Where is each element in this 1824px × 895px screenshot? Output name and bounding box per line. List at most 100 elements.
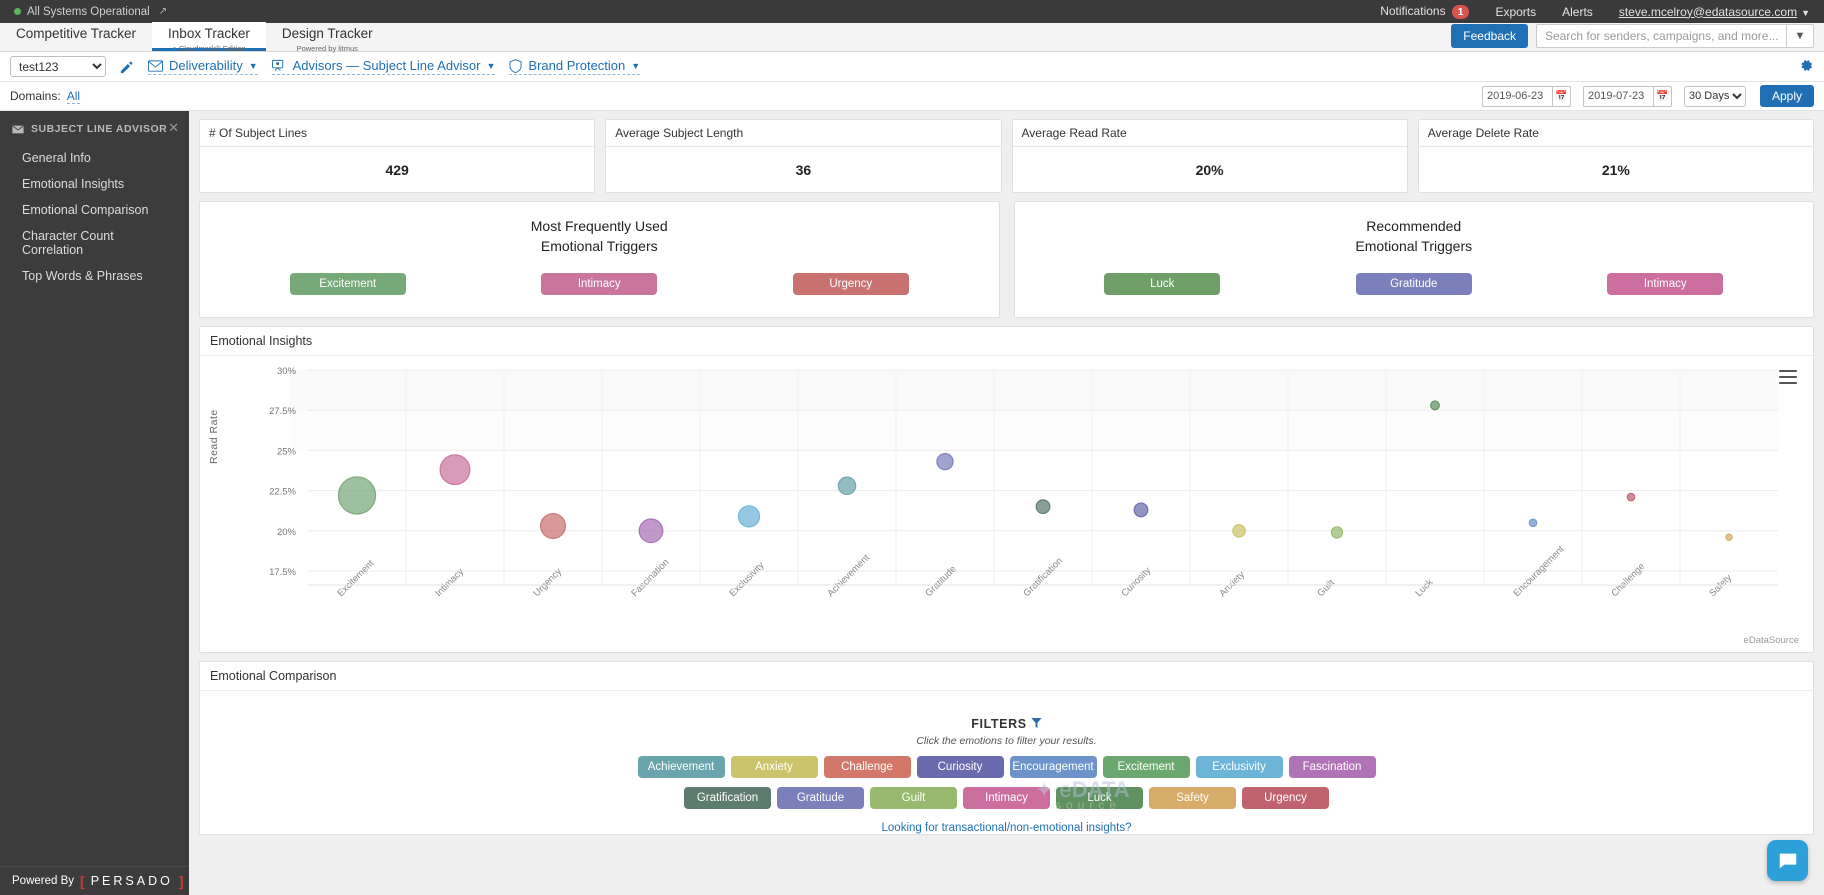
- advisors-menu[interactable]: Advisors — Subject Line Advisor ▼: [271, 58, 496, 75]
- chart-bubble[interactable]: [337, 476, 377, 515]
- filter-button-safety[interactable]: Safety: [1149, 787, 1236, 809]
- kpi-title: Average Subject Length: [606, 120, 1001, 147]
- filter-funnel-icon: [1031, 717, 1042, 731]
- domain-filter-bar: Domains: All 📅 📅 30 Days Apply: [0, 82, 1824, 111]
- filter-button-exclusivity[interactable]: Exclusivity: [1195, 756, 1283, 778]
- chevron-down-icon: ▼: [248, 60, 258, 71]
- chart-bubble[interactable]: [737, 505, 761, 528]
- emotional-insights-panel: Emotional Insights Read Rate 30% 27.5% 25%…: [199, 326, 1814, 812]
- user-menu[interactable]: steve.mcelroy@edatasource.com ▼: [1619, 5, 1810, 19]
- trigger-badge-urgency[interactable]: Urgency: [792, 273, 909, 295]
- filter-button-intimacy[interactable]: Intimacy: [963, 787, 1050, 809]
- feedback-button[interactable]: Feedback: [1451, 24, 1528, 48]
- x-axis-tick: Anxiety: [1217, 569, 1247, 599]
- chart-credit: eDataSource: [1743, 635, 1799, 646]
- filter-button-gratitude[interactable]: Gratitude: [777, 787, 864, 809]
- filter-button-anxiety[interactable]: Anxiety: [730, 756, 818, 778]
- chart-bubble[interactable]: [540, 512, 567, 539]
- chat-icon: [1779, 853, 1796, 868]
- tab-competitive-tracker[interactable]: Competitive Tracker: [0, 22, 152, 51]
- end-date-input[interactable]: [1582, 85, 1653, 107]
- start-date-input[interactable]: [1481, 85, 1552, 107]
- search-input[interactable]: [1536, 24, 1786, 48]
- chart-bubble[interactable]: [936, 452, 954, 471]
- calendar-icon[interactable]: 📅: [1652, 85, 1672, 107]
- y-axis-tick: 20%: [277, 527, 297, 538]
- start-date-group: 📅: [1481, 85, 1571, 107]
- filter-button-excitement[interactable]: Excitement: [1102, 756, 1190, 778]
- chart-bubble[interactable]: [1528, 518, 1538, 528]
- top-status-bar: All Systems Operational ↗ Notifications 1…: [0, 0, 1824, 23]
- chart-bubble[interactable]: [1035, 499, 1051, 515]
- sidebar-item-character-count-correlation[interactable]: Character Count Correlation: [0, 223, 189, 263]
- sidebar-item-top-words-phrases[interactable]: Top Words & Phrases: [0, 263, 189, 289]
- chart-bubble[interactable]: [1725, 533, 1733, 541]
- trigger-badge-intimacy[interactable]: Intimacy: [541, 273, 658, 295]
- advisor-icon: [271, 59, 283, 71]
- chart-bubble[interactable]: [1232, 524, 1246, 538]
- filter-button-luck[interactable]: Luck: [1056, 787, 1143, 809]
- exports-link[interactable]: Exports: [1495, 5, 1536, 19]
- filter-button-encouragement[interactable]: Encouragement: [1009, 756, 1097, 778]
- kpi-card-average-subject-length: Average Subject Length 36: [605, 119, 1002, 193]
- filter-button-challenge[interactable]: Challenge: [823, 756, 911, 778]
- filter-button-urgency[interactable]: Urgency: [1242, 787, 1329, 809]
- deliverability-menu[interactable]: Deliverability ▼: [148, 58, 258, 75]
- chart-bubble[interactable]: [1430, 400, 1440, 411]
- x-axis-tick: Gratitude: [923, 564, 958, 599]
- chart-bubble[interactable]: [638, 518, 664, 544]
- brand-protection-menu[interactable]: Brand Protection ▼: [509, 58, 641, 75]
- sidebar-item-general-info[interactable]: General Info: [0, 145, 189, 171]
- notifications-label: Notifications: [1380, 4, 1446, 18]
- kpi-title: Average Read Rate: [1012, 120, 1407, 147]
- tab-inbox-tracker[interactable]: Inbox Tracker ● Cloudmark® Edition: [152, 22, 266, 53]
- domains-value-link[interactable]: All: [66, 89, 81, 104]
- tab-design-tracker[interactable]: Design Tracker Powered by litmus: [266, 22, 389, 53]
- chart-bubble[interactable]: [439, 454, 471, 486]
- notifications-link[interactable]: Notifications 1: [1380, 4, 1470, 19]
- trigger-badge-intimacy[interactable]: Intimacy: [1607, 273, 1724, 295]
- sidebar-item-emotional-comparison[interactable]: Emotional Comparison: [0, 197, 189, 223]
- apply-button[interactable]: Apply: [1759, 85, 1814, 107]
- calendar-icon[interactable]: 📅: [1551, 85, 1571, 107]
- trigger-badge-excitement[interactable]: Excitement: [289, 273, 406, 295]
- external-link-icon[interactable]: ↗: [159, 6, 167, 17]
- chart-bubble[interactable]: [1626, 492, 1636, 502]
- chart-bubble[interactable]: [1133, 502, 1149, 518]
- x-axis-tick: Fascination: [629, 557, 671, 599]
- chart-menu-icon[interactable]: [1779, 370, 1797, 384]
- kpi-value: 36: [795, 161, 812, 178]
- chart-bubble[interactable]: [1330, 526, 1344, 539]
- chevron-down-icon: ▼: [1801, 7, 1810, 18]
- transactional-insights-link[interactable]: Looking for transactional/non-emotional …: [200, 822, 1813, 834]
- filter-button-gratification[interactable]: Gratification: [684, 787, 771, 809]
- filter-button-curiosity[interactable]: Curiosity: [916, 756, 1004, 778]
- card-title-line2: Emotional Triggers: [1355, 238, 1473, 254]
- filter-button-guilt[interactable]: Guilt: [870, 787, 957, 809]
- chart-bubble[interactable]: [837, 476, 857, 496]
- search-dropdown-toggle[interactable]: ▼: [1786, 24, 1814, 48]
- alerts-link[interactable]: Alerts: [1562, 5, 1593, 19]
- bracket-right-icon: ]: [178, 873, 184, 889]
- gear-icon[interactable]: [1799, 58, 1814, 76]
- date-range-select[interactable]: 30 Days: [1683, 85, 1746, 107]
- chat-widget-button[interactable]: [1767, 840, 1808, 881]
- system-status[interactable]: All Systems Operational ↗: [14, 6, 167, 18]
- edit-icon[interactable]: [120, 60, 134, 74]
- tab-label: Competitive Tracker: [16, 26, 137, 41]
- filter-button-achievement[interactable]: Achievement: [637, 756, 725, 778]
- trigger-badge-gratitude[interactable]: Gratitude: [1355, 273, 1472, 295]
- account-select[interactable]: test123: [10, 56, 106, 77]
- sidebar-item-emotional-insights[interactable]: Emotional Insights: [0, 171, 189, 197]
- y-axis-label: Read Rate: [208, 409, 220, 464]
- app-toolbar: test123 Deliverability ▼ Advisors — Subj…: [0, 52, 1824, 82]
- sidebar: ✕ SUBJECT LINE ADVISOR General Info Emot…: [0, 111, 189, 895]
- chart-canvas: 30%27.5%25%22.5%20%17.5% Excitement Intima…: [269, 366, 1778, 599]
- sidebar-header: SUBJECT LINE ADVISOR: [0, 120, 189, 145]
- trigger-badge-luck[interactable]: Luck: [1104, 273, 1221, 295]
- x-axis-tick: Exclusivity: [727, 560, 766, 599]
- y-axis-tick: 17.5%: [269, 567, 296, 578]
- filter-button-fascination[interactable]: Fascination: [1288, 756, 1376, 778]
- sidebar-close-icon[interactable]: ✕: [168, 120, 179, 136]
- user-email: steve.mcelroy@edatasource.com: [1618, 4, 1798, 19]
